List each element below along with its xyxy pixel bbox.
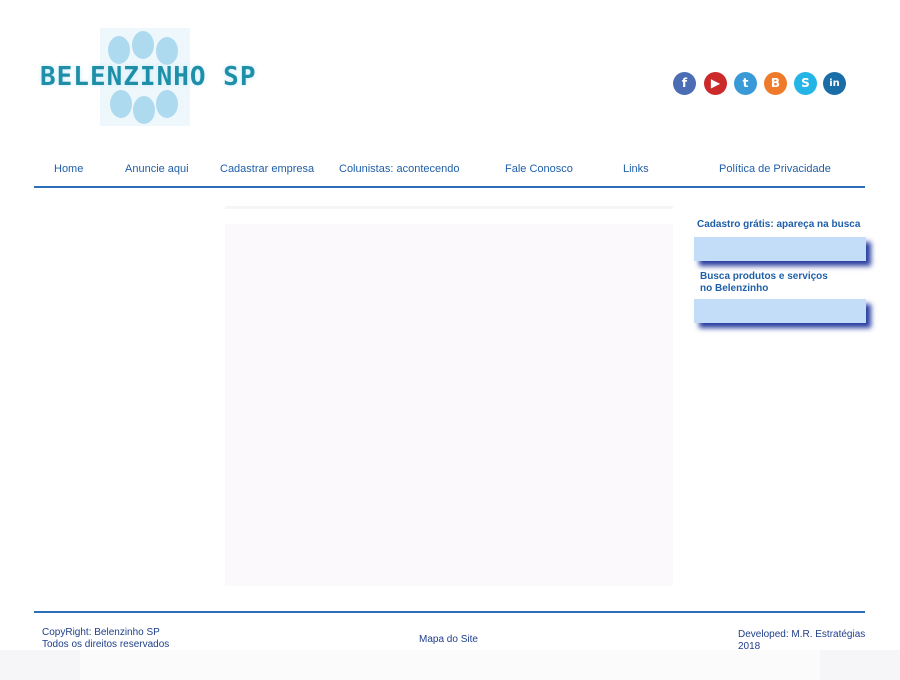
facebook-icon[interactable]: f	[673, 72, 696, 95]
linkedin-icon[interactable]: in	[823, 72, 846, 95]
logo-dot	[133, 96, 155, 124]
copyright-line1: CopyRight: Belenzinho SP	[42, 627, 160, 638]
nav-colunistas[interactable]: Colunistas: acontecendo	[339, 163, 459, 175]
nav-links[interactable]: Links	[623, 163, 649, 175]
nav-home[interactable]: Home	[54, 163, 83, 175]
footer-copyright: CopyRight: Belenzinho SP Todos os direit…	[42, 627, 169, 651]
main-nav: Home Anuncie aqui Cadastrar empresa Colu…	[34, 158, 865, 188]
blogger-icon[interactable]: B	[764, 72, 787, 95]
site-logo[interactable]: BELENZINHO SP	[36, 26, 292, 130]
youtube-icon[interactable]: ▶	[704, 72, 727, 95]
nav-fale-conosco[interactable]: Fale Conosco	[505, 163, 573, 175]
logo-dot	[156, 37, 178, 65]
page-bottom-strip	[0, 650, 900, 680]
nav-anuncie[interactable]: Anuncie aqui	[125, 163, 189, 175]
developed-line1: Developed: M.R. Estratégias	[738, 629, 866, 640]
cadastro-box[interactable]	[694, 237, 866, 261]
page-bottom-strip-inner	[80, 650, 820, 680]
busca-title: Busca produtos e serviços no Belenzinho	[700, 271, 828, 295]
content-top-bar	[225, 206, 673, 209]
logo-dot	[110, 90, 132, 118]
main-content-area	[225, 224, 673, 586]
busca-title-line2: no Belenzinho	[700, 283, 769, 294]
footer-developed: Developed: M.R. Estratégias 2018	[738, 629, 865, 653]
busca-box[interactable]	[694, 299, 866, 323]
footer-divider	[34, 611, 865, 613]
logo-dot	[108, 36, 130, 64]
developed-line2: 2018	[738, 641, 761, 652]
sitemap-link[interactable]: Mapa do Site	[419, 634, 478, 646]
cadastro-title: Cadastro grátis: apareça na busca	[697, 219, 861, 230]
busca-title-line1: Busca produtos e serviços	[700, 271, 828, 282]
nav-cadastrar-empresa[interactable]: Cadastrar empresa	[220, 163, 314, 175]
logo-text: BELENZINHO SP	[40, 62, 257, 92]
logo-dot	[156, 90, 178, 118]
copyright-line2: Todos os direitos reservados	[42, 639, 170, 650]
logo-dot	[132, 31, 154, 59]
skype-icon[interactable]: S	[794, 72, 817, 95]
twitter-icon[interactable]: t	[734, 72, 757, 95]
nav-politica-privacidade[interactable]: Política de Privacidade	[719, 163, 831, 175]
